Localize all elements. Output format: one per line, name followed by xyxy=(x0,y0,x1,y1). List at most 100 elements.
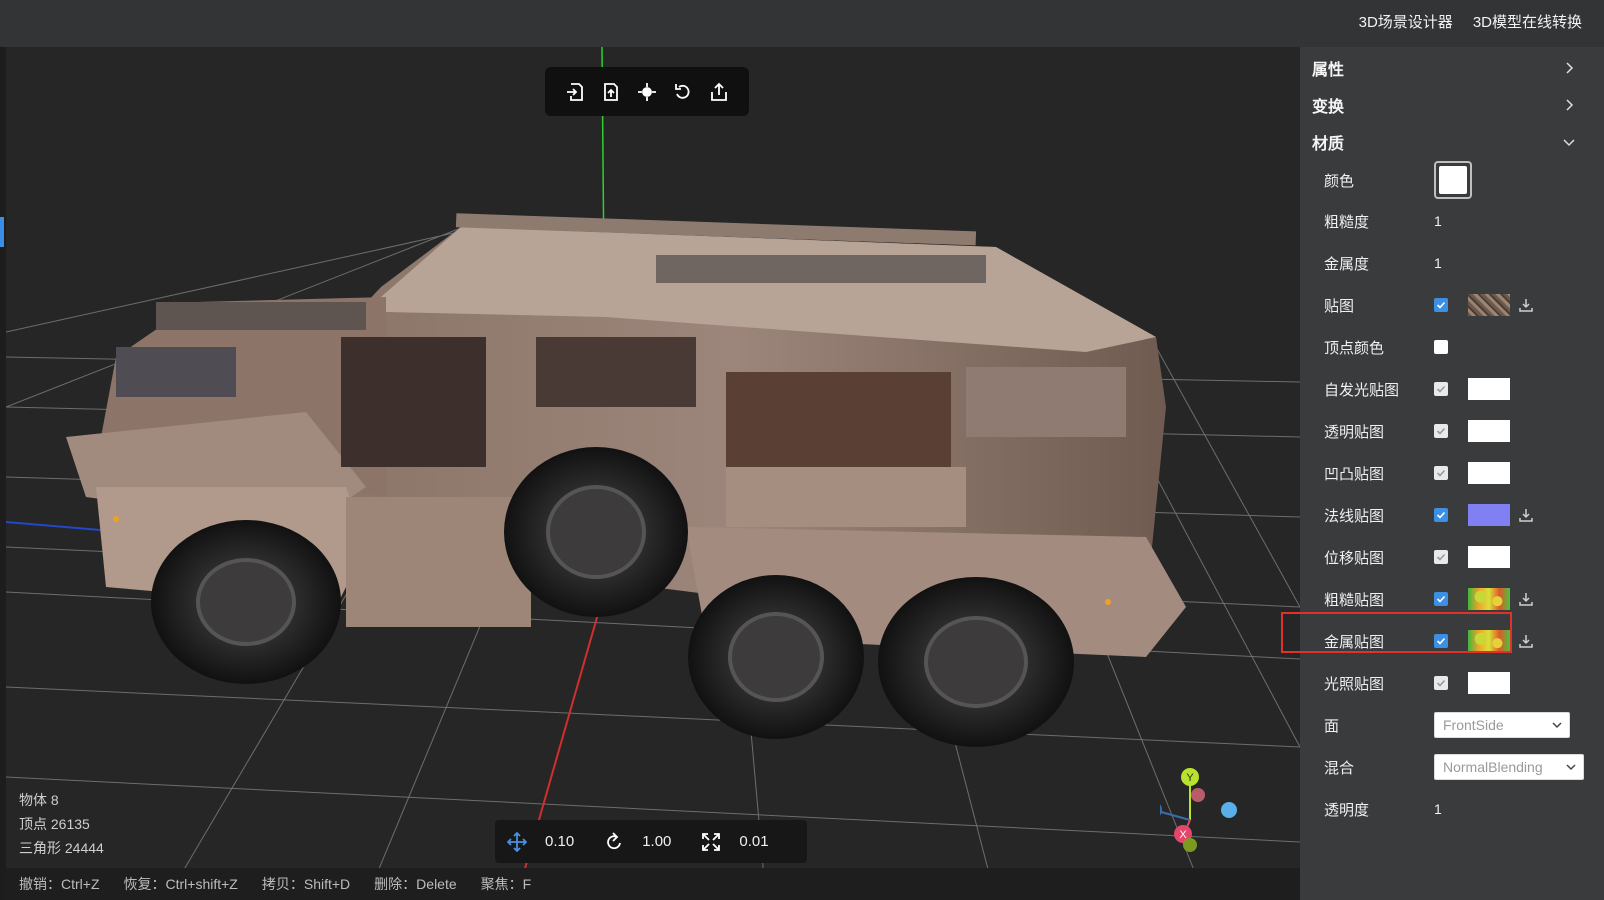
shortcut-focus: 聚焦：F xyxy=(480,876,532,892)
model-converter-link[interactable]: 3D模型在线转换 xyxy=(1473,11,1582,32)
axis-gizmo[interactable]: Y Z X xyxy=(1160,768,1270,864)
scale-snap[interactable]: 0.01 xyxy=(699,830,769,854)
shortcut-redo: 恢复：Ctrl+shift+Z xyxy=(123,876,238,892)
metalness-input[interactable]: 1 xyxy=(1434,255,1442,271)
shortcut-undo: 撤销：Ctrl+Z xyxy=(19,876,100,892)
import-icon[interactable] xyxy=(562,79,588,105)
tire-middle-top xyxy=(504,447,688,617)
rotate-icon xyxy=(602,830,626,854)
map-label: 粗糙贴图 xyxy=(1324,591,1385,609)
section-properties[interactable]: 属性 xyxy=(1300,49,1604,86)
map-row: 位移贴图 xyxy=(1300,536,1604,578)
side-select[interactable]: FrontSide xyxy=(1434,712,1570,738)
rotate-snap-value: 1.00 xyxy=(642,833,672,850)
tire-rear xyxy=(878,577,1074,747)
download-icon[interactable] xyxy=(1518,633,1534,649)
gizmo-neg-y xyxy=(1183,838,1197,852)
shortcut-bar: 撤销：Ctrl+Z 恢复：Ctrl+shift+Z 拷贝：Shift+D 删除：… xyxy=(6,868,1300,900)
map-checkbox[interactable] xyxy=(1434,508,1448,522)
map-checkbox[interactable] xyxy=(1434,466,1448,480)
material-color-row: 颜色 xyxy=(1300,160,1604,200)
opacity-input[interactable]: 1 xyxy=(1434,801,1442,817)
side-label: 面 xyxy=(1324,717,1340,735)
tire-middle xyxy=(688,575,864,739)
triangle-count: 三角形 24444 xyxy=(19,840,104,856)
vertex-count: 顶点 26135 xyxy=(19,816,90,832)
map-row: 透明贴图 xyxy=(1300,410,1604,452)
chevron-right-icon xyxy=(1566,98,1574,111)
map-label: 顶点颜色 xyxy=(1324,339,1385,357)
map-thumbnail[interactable] xyxy=(1468,672,1510,694)
shortcut-copy: 拷贝：Shift+D xyxy=(261,876,351,892)
top-bar: 3D场景设计器 3D模型在线转换 xyxy=(0,0,1604,47)
vehicle-model xyxy=(66,213,1186,747)
chevron-down-icon xyxy=(1563,138,1575,146)
section-material-title: 材质 xyxy=(1312,135,1345,153)
3d-viewport[interactable] xyxy=(6,47,1300,900)
download-icon[interactable] xyxy=(1518,297,1534,313)
replace-icon[interactable] xyxy=(598,79,624,105)
focus-icon[interactable] xyxy=(634,79,660,105)
scale-snap-value: 0.01 xyxy=(739,833,769,850)
scale-icon xyxy=(699,830,723,854)
map-label: 透明贴图 xyxy=(1324,423,1385,441)
map-row: 光照贴图 xyxy=(1300,662,1604,704)
download-icon[interactable] xyxy=(1518,591,1534,607)
export-icon[interactable] xyxy=(706,79,732,105)
floating-toolbar xyxy=(545,67,749,116)
roughness-input[interactable]: 1 xyxy=(1434,213,1442,229)
section-material[interactable]: 材质 xyxy=(1300,123,1604,160)
section-properties-title: 属性 xyxy=(1312,61,1345,79)
map-thumbnail[interactable] xyxy=(1468,588,1510,610)
gizmo-neg-z xyxy=(1221,802,1237,818)
translate-snap[interactable]: 0.10 xyxy=(505,830,574,854)
map-checkbox[interactable] xyxy=(1434,424,1448,438)
map-thumbnail[interactable] xyxy=(1468,462,1510,484)
map-row: 凹凸贴图 xyxy=(1300,452,1604,494)
left-edge-marker xyxy=(0,217,4,247)
reset-icon[interactable] xyxy=(670,79,696,105)
map-row: 顶点颜色 xyxy=(1300,326,1604,368)
scene-designer-link[interactable]: 3D场景设计器 xyxy=(1359,11,1453,32)
section-transform[interactable]: 变换 xyxy=(1300,86,1604,123)
scene-stats: 物体 8 顶点 26135 三角形 24444 xyxy=(19,788,104,860)
blending-select[interactable]: NormalBlending xyxy=(1434,754,1584,780)
map-row: 贴图 xyxy=(1300,284,1604,326)
side-row: 面 FrontSide xyxy=(1300,704,1604,746)
map-checkbox[interactable] xyxy=(1434,592,1448,606)
map-thumbnail[interactable] xyxy=(1468,504,1510,526)
map-checkbox[interactable] xyxy=(1434,340,1448,354)
download-icon[interactable] xyxy=(1518,507,1534,523)
map-thumbnail[interactable] xyxy=(1468,546,1510,568)
map-label: 法线贴图 xyxy=(1324,507,1385,525)
highlight-box xyxy=(1281,612,1512,653)
map-label: 光照贴图 xyxy=(1324,675,1385,693)
blending-select-value: NormalBlending xyxy=(1443,759,1543,775)
map-thumbnail[interactable] xyxy=(1468,420,1510,442)
opacity-row: 透明度 1 xyxy=(1300,788,1604,830)
map-thumbnail[interactable] xyxy=(1468,378,1510,400)
scene-canvas[interactable] xyxy=(6,47,1300,900)
snap-bar: 0.10 1.00 0.01 xyxy=(495,820,807,863)
side-select-value: FrontSide xyxy=(1443,717,1504,733)
chevron-right-icon xyxy=(1566,61,1574,74)
gizmo-z xyxy=(1160,804,1162,816)
map-checkbox[interactable] xyxy=(1434,382,1448,396)
metalness-row: 金属度 1 xyxy=(1300,242,1604,284)
map-checkbox[interactable] xyxy=(1434,298,1448,312)
map-label: 凹凸贴图 xyxy=(1324,465,1385,483)
map-label: 位移贴图 xyxy=(1324,549,1385,567)
map-thumbnail[interactable] xyxy=(1468,294,1510,316)
translate-snap-value: 0.10 xyxy=(545,833,575,850)
color-swatch-fill xyxy=(1439,166,1467,194)
roughness-row: 粗糙度 1 xyxy=(1300,200,1604,242)
opacity-label: 透明度 xyxy=(1324,801,1370,819)
map-checkbox[interactable] xyxy=(1434,676,1448,690)
map-checkbox[interactable] xyxy=(1434,550,1448,564)
map-label: 贴图 xyxy=(1324,297,1355,315)
section-transform-title: 变换 xyxy=(1312,98,1345,116)
shortcut-delete: 删除：Delete xyxy=(374,876,457,892)
color-picker[interactable] xyxy=(1434,161,1472,199)
tire-front xyxy=(151,520,341,684)
rotate-snap[interactable]: 1.00 xyxy=(602,830,671,854)
